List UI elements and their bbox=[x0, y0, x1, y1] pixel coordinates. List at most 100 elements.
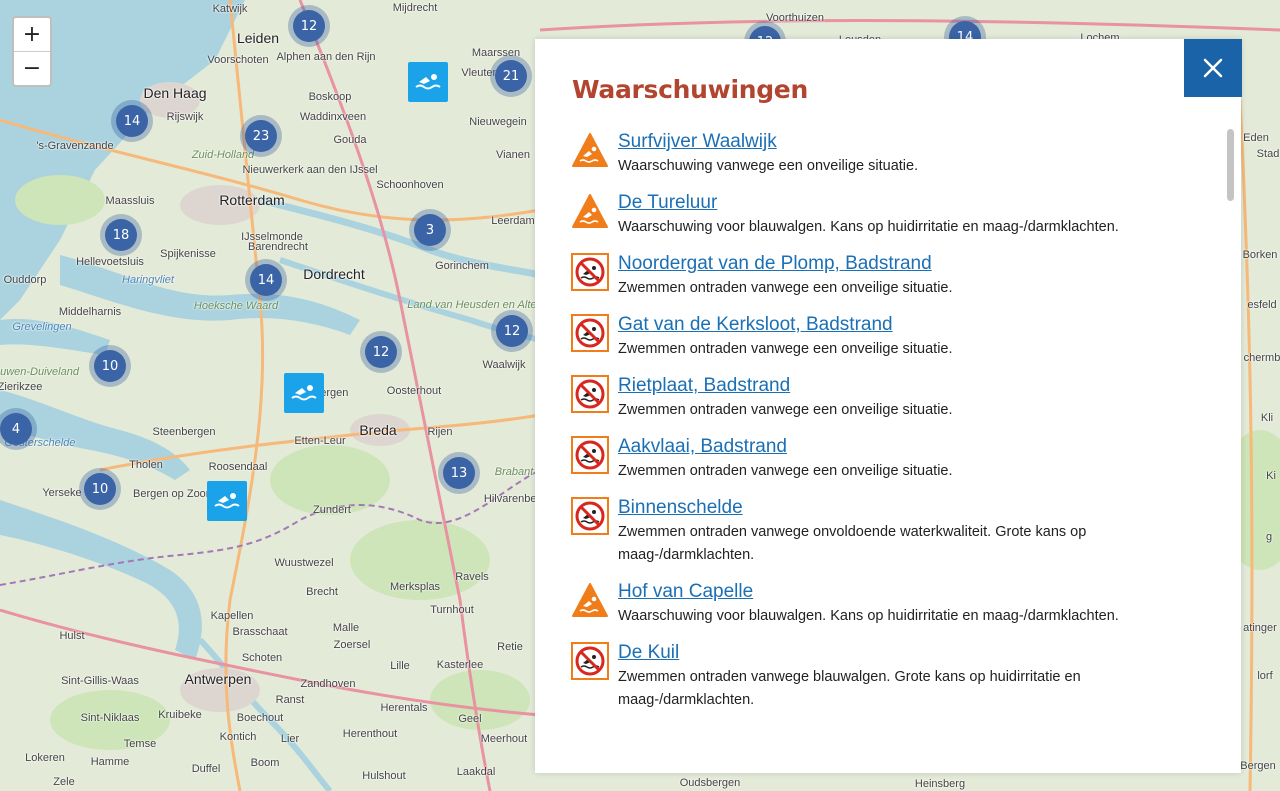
no-swimming-icon bbox=[571, 314, 609, 352]
place-label: Hulst bbox=[59, 630, 85, 642]
swimmer-icon bbox=[291, 385, 317, 401]
place-label: Grevelingen bbox=[12, 321, 72, 333]
place-label: Leiden bbox=[236, 30, 280, 46]
place-label: esfeld bbox=[1247, 299, 1277, 311]
swim-location-marker[interactable] bbox=[284, 373, 324, 413]
place-label: Hellevoetsluis bbox=[76, 256, 144, 268]
location-cluster[interactable]: 12 bbox=[360, 331, 402, 373]
place-label: chermb bbox=[1243, 352, 1280, 364]
place-label: Meerhout bbox=[480, 733, 528, 745]
place-label: g bbox=[1265, 531, 1273, 543]
warning-description: Zwemmen ontraden vanwege een onveilige s… bbox=[618, 341, 953, 357]
location-cluster[interactable]: 18 bbox=[100, 214, 142, 256]
no-swimming-icon bbox=[571, 642, 609, 680]
zoom-control: + − bbox=[12, 16, 52, 87]
place-label: Herentals bbox=[380, 702, 428, 714]
warning-location-link[interactable]: Binnenschelde bbox=[618, 495, 1191, 521]
place-label: Herenthout bbox=[342, 728, 398, 740]
location-cluster[interactable]: 10 bbox=[89, 345, 131, 387]
warning-location-link[interactable]: De Kuil bbox=[618, 640, 1191, 666]
place-label: Brecht bbox=[306, 586, 338, 598]
place-label: Zoersel bbox=[333, 639, 371, 651]
zoom-in-button[interactable]: + bbox=[14, 18, 50, 51]
location-cluster[interactable]: 21 bbox=[490, 55, 532, 97]
place-label: Zuid-Holland bbox=[191, 149, 255, 161]
place-label: Katwijk bbox=[212, 3, 248, 15]
warning-triangle-icon bbox=[571, 581, 609, 619]
close-button[interactable] bbox=[1184, 39, 1242, 97]
place-label: Rijen bbox=[427, 426, 453, 438]
place-label: Gouda bbox=[333, 134, 367, 146]
place-label: Kli bbox=[1260, 412, 1274, 424]
swim-location-marker[interactable] bbox=[207, 481, 247, 521]
warnings-list: Surfvijver Waalwijk Waarschuwing vanwege … bbox=[571, 129, 1191, 724]
place-label: Stad bbox=[1256, 148, 1280, 160]
place-label: Ranst bbox=[275, 694, 305, 706]
cluster-count: 4 bbox=[0, 413, 32, 445]
warning-text: Hof van Capelle Waarschuwing voor blauwal… bbox=[618, 579, 1191, 628]
place-label: Dordrecht bbox=[303, 266, 365, 282]
swim-location-marker[interactable] bbox=[408, 62, 448, 102]
location-cluster[interactable]: 12 bbox=[288, 5, 330, 47]
warning-location-link[interactable]: Rietplaat, Badstrand bbox=[618, 373, 1191, 399]
place-label: Yerseke bbox=[42, 487, 82, 499]
zoom-out-button[interactable]: − bbox=[14, 51, 50, 85]
warning-triangle-icon bbox=[571, 131, 609, 169]
location-cluster[interactable]: 10 bbox=[79, 468, 121, 510]
place-label: Boechout bbox=[236, 712, 284, 724]
warning-item: Noordergat van de Plomp, Badstrand Zwemme… bbox=[571, 251, 1191, 300]
place-label: Hoeksche Waard bbox=[193, 300, 279, 312]
scrollbar-thumb[interactable] bbox=[1227, 129, 1234, 201]
place-label: Etten-Leur bbox=[294, 435, 346, 447]
cluster-count: 21 bbox=[495, 60, 527, 92]
warning-location-link[interactable]: Hof van Capelle bbox=[618, 579, 1191, 605]
place-label: Bergen op Zoom bbox=[133, 488, 215, 500]
place-label: Leerdam bbox=[491, 215, 535, 227]
location-cluster[interactable]: 14 bbox=[245, 259, 287, 301]
no-swimming-icon bbox=[571, 497, 609, 535]
place-label: Hamme bbox=[90, 756, 130, 768]
warning-description: Zwemmen ontraden vanwege onvoldoende wat… bbox=[618, 524, 1087, 563]
location-cluster[interactable]: 14 bbox=[111, 100, 153, 142]
place-label: Sint-Niklaas bbox=[80, 712, 140, 724]
scrollbar[interactable] bbox=[1225, 117, 1235, 757]
place-label: Temse bbox=[123, 738, 157, 750]
cluster-count: 3 bbox=[414, 214, 446, 246]
place-label: Schoten bbox=[241, 652, 283, 664]
place-label: Zele bbox=[53, 776, 75, 788]
place-label: Ki bbox=[1266, 470, 1276, 482]
place-label: Tholen bbox=[129, 459, 163, 471]
place-label: Oosterhout bbox=[386, 385, 442, 397]
no-swimming-icon bbox=[571, 253, 609, 291]
place-label: Rijswijk bbox=[166, 111, 204, 123]
warning-description: Waarschuwing voor blauwalgen. Kans op hu… bbox=[618, 219, 1119, 235]
warning-text: Noordergat van de Plomp, Badstrand Zwemme… bbox=[618, 251, 1191, 300]
place-label: Barendrecht bbox=[248, 241, 308, 253]
place-label: Brasschaat bbox=[232, 626, 288, 638]
warning-location-link[interactable]: Aakvlaai, Badstrand bbox=[618, 434, 1191, 460]
place-label: Antwerpen bbox=[184, 671, 252, 687]
cluster-count: 10 bbox=[94, 350, 126, 382]
cluster-count: 14 bbox=[250, 264, 282, 296]
place-label: Lokeren bbox=[25, 752, 65, 764]
location-cluster[interactable]: 3 bbox=[409, 209, 451, 251]
place-label: Oudsbergen bbox=[679, 777, 741, 789]
place-label: Nieuwegein bbox=[469, 116, 527, 128]
location-cluster[interactable]: 12 bbox=[491, 310, 533, 352]
warning-triangle-icon bbox=[571, 192, 609, 230]
warning-location-link[interactable]: Gat van de Kerksloot, Badstrand bbox=[618, 312, 1191, 338]
warning-item: De Kuil Zwemmen ontraden vanwege blauwalg… bbox=[571, 640, 1191, 712]
place-label: Kruibeke bbox=[158, 709, 202, 721]
warning-location-link[interactable]: De Tureluur bbox=[618, 190, 1191, 216]
warning-item: Hof van Capelle Waarschuwing voor blauwal… bbox=[571, 579, 1191, 628]
place-label: Vianen bbox=[495, 149, 531, 161]
warning-location-link[interactable]: Surfvijver Waalwijk bbox=[618, 129, 1191, 155]
place-label: Borken bbox=[1242, 249, 1278, 261]
place-label: Sint-Gillis-Waas bbox=[61, 675, 139, 687]
location-cluster[interactable]: 23 bbox=[240, 115, 282, 157]
place-label: Wuustwezel bbox=[274, 557, 334, 569]
location-cluster[interactable]: 13 bbox=[438, 452, 480, 494]
warning-location-link[interactable]: Noordergat van de Plomp, Badstrand bbox=[618, 251, 1191, 277]
place-label: Kontich bbox=[219, 731, 257, 743]
warning-item: Surfvijver Waalwijk Waarschuwing vanwege … bbox=[571, 129, 1191, 178]
